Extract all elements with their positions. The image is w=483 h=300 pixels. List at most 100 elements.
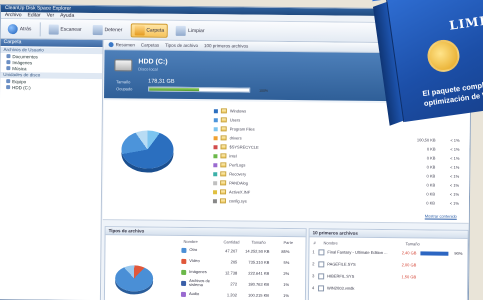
file-type-name: Vídeo: [189, 257, 200, 264]
folder-size: 100,50 KB: [416, 137, 436, 143]
folder-icon: [220, 108, 227, 114]
col-rank[interactable]: #: [313, 240, 315, 245]
file-types-pie-chart: [114, 265, 154, 292]
folder-share: < 1%: [450, 155, 460, 161]
folder-size: 0 KB: [426, 164, 436, 170]
file-type-row[interactable]: Archivos de sistema 272 180.763 KB 1%: [181, 277, 305, 288]
top-file-row[interactable]: 1 Final Fantasy - Ultimate Edition ... 2,4…: [312, 247, 464, 258]
col-file-size[interactable]: Tamaño: [405, 241, 419, 246]
summary-icon: [108, 42, 114, 48]
menu-editar[interactable]: Editar: [28, 12, 41, 18]
folder-row[interactable]: PerfLogs 0 KB < 1%: [213, 161, 463, 171]
folder-name: config.sys: [228, 198, 247, 204]
menu-ayuda[interactable]: Ayuda: [60, 13, 74, 19]
folder-color-swatch: [213, 126, 218, 131]
col-share[interactable]: Parte: [283, 240, 293, 245]
capacity-value: 178,31 GB: [148, 78, 175, 85]
broom-icon: [176, 25, 187, 36]
top-file-name: HIBERFIL.SYS: [327, 272, 355, 279]
top-file-row[interactable]: 4 WIN2003.vmdk: [312, 283, 464, 294]
file-type-count: 1.202: [226, 291, 237, 297]
sidebar-item-music[interactable]: Música: [0, 65, 102, 72]
folder-share: < 1%: [449, 200, 459, 206]
folder-row[interactable]: PANDAlog 0 KB < 1%: [213, 179, 463, 189]
folder-row[interactable]: config.sys 0 KB < 1%: [212, 197, 463, 207]
folder-row[interactable]: intel 0 KB < 1%: [213, 152, 463, 162]
file-type-size: 180.763 KB: [248, 281, 270, 287]
computer-icon: [6, 79, 11, 84]
folder-name: $SYSRECYCLE: [229, 144, 259, 150]
file-type-share: 2%: [283, 270, 290, 276]
usage-percent: 100%: [259, 88, 269, 93]
usage-bar-fill: [149, 87, 200, 92]
top-file-size: 1,50 GB: [401, 274, 417, 280]
file-type-row[interactable]: Otro 47.207 14.252,50 KB 85%: [181, 246, 305, 255]
top-file-row[interactable]: 3 HIBERFIL.SYS 1,50 GB: [312, 271, 464, 282]
top-file-size: 2,00 GB: [401, 262, 417, 268]
top-files-panel: 10 primeros archivos # Nombre Tamaño 1 Fi…: [307, 228, 469, 300]
folder-size: 0 KB: [426, 182, 436, 188]
col-count[interactable]: Cantidad: [223, 239, 239, 244]
folder-row[interactable]: $SYSRECYCLE 0 KB < 1%: [213, 143, 463, 153]
file-type-icon: [181, 280, 187, 286]
top-files-title: 10 primeros archivos: [309, 229, 468, 239]
music-icon: [6, 66, 11, 71]
tab-summary[interactable]: Resumen: [108, 42, 135, 48]
folder-share: < 1%: [449, 182, 460, 188]
document-icon: [6, 54, 11, 59]
capacity-label: Tamaño: [116, 79, 131, 85]
hard-drive-icon: [114, 59, 133, 72]
show-contents-link[interactable]: Mostrar contenido: [425, 213, 457, 218]
menu-ver[interactable]: Ver: [47, 12, 55, 18]
folder-row[interactable]: ActiveX.INF 0 KB < 1%: [213, 188, 463, 198]
file-type-row[interactable]: Imágenes 12.738 222.641 KB 2%: [181, 268, 305, 277]
scan-icon: [48, 24, 59, 35]
folder-name: Recovery: [229, 171, 247, 177]
drive-subtitle: Disco local: [138, 66, 158, 72]
folder-button[interactable]: Carpeta: [130, 22, 169, 38]
menu-archivo[interactable]: Archivo: [5, 12, 22, 18]
file-type-share: 1%: [283, 281, 290, 287]
folder-icon: [220, 180, 227, 186]
col-size[interactable]: Tamaño: [251, 240, 265, 245]
folder-row[interactable]: drivers 100,50 KB < 1%: [213, 134, 464, 144]
scan-button[interactable]: Escanear: [45, 22, 84, 36]
usage-bar: 100%: [148, 86, 268, 93]
file-type-name: Archivos de sistema: [189, 277, 211, 288]
drive-title: HDD (C:): [138, 58, 168, 66]
folder-color-swatch: [213, 180, 218, 185]
tab-folders[interactable]: Carpetas: [141, 42, 159, 47]
file-icon: [318, 260, 325, 267]
folder-row[interactable]: Recovery 0 KB < 1%: [213, 170, 463, 180]
file-type-row[interactable]: Vídeo 205 735.310 KB 5%: [181, 257, 305, 266]
file-type-row[interactable]: Audio 1.202 100.215 KB 1%: [180, 290, 305, 299]
sidebar-item-hdd-c[interactable]: HDD (C:): [0, 84, 102, 91]
sidebar-header: Carpeta: [0, 39, 103, 48]
back-button[interactable]: Atrás: [5, 22, 35, 36]
file-type-name: Audio: [188, 290, 200, 297]
clean-button[interactable]: Limpiar: [173, 23, 208, 37]
file-icon: [318, 272, 325, 279]
file-type-count: 272: [230, 280, 238, 286]
folder-color-swatch: [213, 153, 218, 158]
file-type-icon: [181, 258, 187, 264]
stop-button[interactable]: Detener: [89, 22, 125, 36]
folder-size: 0 KB: [426, 200, 435, 206]
tab-top-files[interactable]: 100 primeros archivos: [204, 43, 248, 48]
image-icon: [6, 60, 11, 65]
tab-file-types[interactable]: Tipos de archivo: [165, 43, 198, 48]
top-file-row[interactable]: 2 PAGEFILE.SYS 2,00 GB: [312, 259, 464, 270]
folder-size: 0 KB: [426, 173, 436, 179]
used-label: Ocupado: [116, 86, 133, 92]
top-file-name: Final Fantasy - Ultimate Edition ...: [327, 248, 388, 255]
file-type-icon: [181, 247, 187, 253]
folder-name: PerfLogs: [229, 162, 246, 168]
folder-size: 0 KB: [426, 191, 436, 197]
box-front: LIMPIA El paquete complet optimización d…: [385, 0, 483, 123]
col-name[interactable]: Nombre: [183, 239, 197, 244]
file-type-size: 100.215 KB: [248, 292, 269, 298]
col-file-name[interactable]: Nombre: [323, 240, 337, 245]
folder-color-swatch: [213, 162, 218, 167]
file-type-share: 1%: [283, 292, 289, 298]
folder-name: drivers: [229, 135, 242, 141]
